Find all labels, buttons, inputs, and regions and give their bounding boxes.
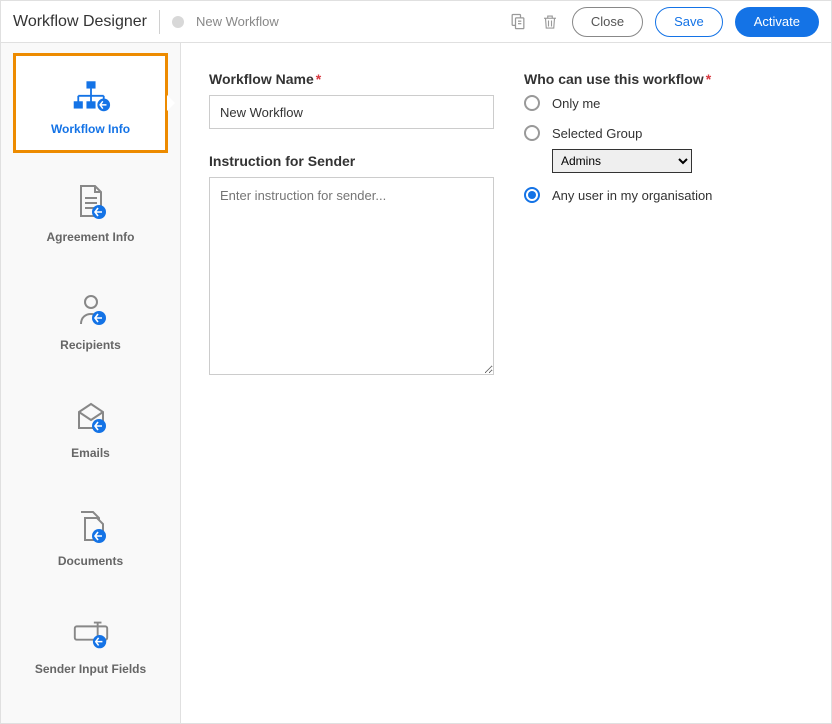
access-label: Who can use this workflow* — [524, 71, 803, 87]
radio-only-me[interactable]: Only me — [524, 95, 803, 111]
workflow-name-label: Workflow Name* — [209, 71, 494, 87]
documents-icon — [71, 506, 111, 546]
body: Workflow Info Agreement Info — [1, 43, 831, 723]
sidebar: Workflow Info Agreement Info — [1, 43, 181, 723]
trash-icon[interactable] — [540, 12, 560, 32]
radio-any-user[interactable]: Any user in my organisation — [524, 187, 803, 203]
access-label-text: Who can use this workflow — [524, 71, 704, 87]
sidebar-item-label: Documents — [58, 554, 123, 568]
sidebar-item-label: Agreement Info — [46, 230, 134, 244]
required-asterisk: * — [706, 71, 711, 87]
save-button[interactable]: Save — [655, 7, 723, 37]
instruction-field-group: Instruction for Sender — [209, 153, 494, 380]
emails-icon — [71, 398, 111, 438]
workflow-name-label-text: Workflow Name — [209, 71, 314, 87]
radio-icon — [524, 95, 540, 111]
main-panel: Workflow Name* Instruction for Sender Wh… — [181, 43, 831, 723]
status-dot-icon — [172, 16, 184, 28]
radio-icon — [524, 125, 540, 141]
close-button[interactable]: Close — [572, 7, 643, 37]
copy-icon[interactable] — [508, 12, 528, 32]
group-select[interactable]: Admins — [552, 149, 692, 173]
agreement-info-icon — [71, 182, 111, 222]
required-asterisk: * — [316, 71, 321, 87]
sidebar-item-emails[interactable]: Emails — [13, 377, 168, 477]
sidebar-item-documents[interactable]: Documents — [13, 485, 168, 585]
workflow-name-input[interactable] — [209, 95, 494, 129]
sidebar-item-label: Recipients — [60, 338, 121, 352]
instruction-label: Instruction for Sender — [209, 153, 494, 169]
access-field-group: Who can use this workflow* Only me Selec… — [524, 71, 803, 203]
header-divider — [159, 10, 160, 34]
recipients-icon — [71, 290, 111, 330]
header-bar: Workflow Designer New Workflow Close Sav… — [1, 1, 831, 43]
sidebar-item-recipients[interactable]: Recipients — [13, 269, 168, 369]
radio-label: Selected Group — [552, 126, 642, 141]
radio-icon — [524, 187, 540, 203]
form-left-column: Workflow Name* Instruction for Sender — [209, 71, 494, 695]
group-select-wrap: Admins — [552, 149, 803, 173]
sidebar-item-sender-input-fields[interactable]: Sender Input Fields — [13, 593, 168, 693]
radio-label: Only me — [552, 96, 600, 111]
radio-label: Any user in my organisation — [552, 188, 712, 203]
sidebar-item-label: Sender Input Fields — [35, 662, 146, 676]
activate-button[interactable]: Activate — [735, 7, 819, 37]
radio-selected-group[interactable]: Selected Group — [524, 125, 803, 141]
workflow-info-icon — [71, 74, 111, 114]
sidebar-item-agreement-info[interactable]: Agreement Info — [13, 161, 168, 261]
workflow-name-crumb: New Workflow — [196, 14, 279, 29]
instruction-textarea[interactable] — [209, 177, 494, 375]
form-right-column: Who can use this workflow* Only me Selec… — [524, 71, 803, 695]
sidebar-item-label: Workflow Info — [51, 122, 130, 136]
workflow-name-field-group: Workflow Name* — [209, 71, 494, 129]
sidebar-item-label: Emails — [71, 446, 110, 460]
app-title: Workflow Designer — [13, 13, 147, 31]
sidebar-item-workflow-info[interactable]: Workflow Info — [13, 53, 168, 153]
sender-input-fields-icon — [71, 614, 111, 654]
app-root: Workflow Designer New Workflow Close Sav… — [0, 0, 832, 724]
